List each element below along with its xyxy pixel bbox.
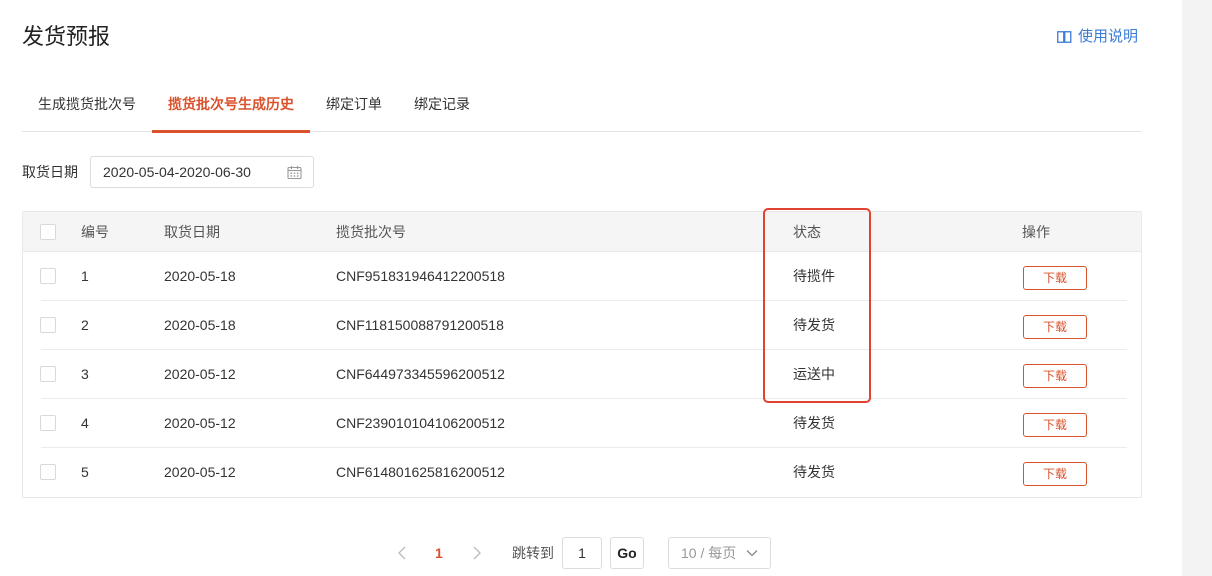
chevron-left-icon	[398, 546, 406, 560]
go-button[interactable]: Go	[610, 537, 644, 569]
table-row: 3 2020-05-12 CNF644973345596200512 运送中 下…	[23, 350, 1141, 399]
row-checkbox[interactable]	[40, 464, 56, 480]
help-link-label: 使用说明	[1078, 28, 1139, 45]
date-filter: 取货日期 2020-05-04-2020-06-30	[22, 156, 314, 188]
row-checkbox[interactable]	[40, 268, 56, 284]
download-button[interactable]: 下载	[1023, 266, 1087, 290]
table-row: 5 2020-05-12 CNF614801625816200512 待发货 下…	[23, 448, 1141, 497]
row-status: 待揽件	[793, 268, 835, 284]
tab-bar: 生成揽货批次号 揽货批次号生成历史 绑定订单 绑定记录	[22, 80, 1142, 133]
date-range-value: 2020-05-04-2020-06-30	[103, 164, 251, 180]
row-checkbox[interactable]	[40, 366, 56, 382]
chevron-right-icon	[473, 546, 481, 560]
tab-batch-history[interactable]: 揽货批次号生成历史	[152, 80, 310, 133]
calendar-icon	[287, 165, 302, 179]
right-scroll-strip	[1182, 0, 1212, 576]
select-all-checkbox[interactable]	[40, 224, 56, 240]
date-range-picker[interactable]: 2020-05-04-2020-06-30	[90, 156, 314, 188]
row-pickup-date: 2020-05-12	[164, 464, 236, 480]
row-batch-number: CNF644973345596200512	[336, 366, 505, 382]
jump-page-input[interactable]	[562, 537, 602, 569]
header-operation: 操作	[1022, 224, 1050, 240]
date-filter-label: 取货日期	[22, 164, 78, 180]
page-size-select[interactable]: 10 / 每页	[668, 537, 771, 569]
tab-bind-records[interactable]: 绑定记录	[398, 80, 486, 132]
page-number-current[interactable]: 1	[435, 543, 443, 563]
row-status: 待发货	[793, 317, 835, 333]
row-status: 运送中	[793, 366, 835, 382]
download-button[interactable]: 下载	[1023, 364, 1087, 388]
row-batch-number: CNF614801625816200512	[336, 464, 505, 480]
tab-generate-batch[interactable]: 生成揽货批次号	[22, 80, 152, 132]
row-checkbox[interactable]	[40, 415, 56, 431]
row-batch-number: CNF239010104106200512	[336, 415, 505, 431]
pagination: 1 跳转到 Go 10 / 每页	[0, 537, 1182, 569]
row-pickup-date: 2020-05-12	[164, 366, 236, 382]
header-pickup-date: 取货日期	[164, 224, 220, 240]
row-id: 5	[81, 464, 89, 480]
chevron-down-icon	[746, 550, 758, 557]
download-button[interactable]: 下载	[1023, 462, 1087, 486]
prev-page-button[interactable]	[396, 545, 410, 564]
table-header: 编号 取货日期 揽货批次号 状态 操作	[23, 212, 1141, 252]
table-row: 1 2020-05-18 CNF951831946412200518 待揽件 下…	[23, 252, 1141, 301]
next-page-button[interactable]	[470, 545, 484, 564]
help-link[interactable]: 使用说明	[1057, 27, 1138, 47]
row-pickup-date: 2020-05-12	[164, 415, 236, 431]
header-id: 编号	[81, 224, 109, 240]
table-row: 2 2020-05-18 CNF118150088791200518 待发货 下…	[23, 301, 1141, 350]
row-batch-number: CNF951831946412200518	[336, 268, 505, 284]
row-status: 待发货	[793, 415, 835, 431]
row-id: 2	[81, 317, 89, 333]
row-batch-number: CNF118150088791200518	[336, 317, 504, 333]
tab-bind-orders[interactable]: 绑定订单	[310, 80, 398, 132]
row-status: 待发货	[793, 464, 835, 480]
jump-to-label: 跳转到	[512, 545, 554, 561]
row-pickup-date: 2020-05-18	[164, 268, 236, 284]
batch-history-table: 编号 取货日期 揽货批次号 状态 操作 1 2020-05-18 CNF9518…	[22, 211, 1142, 498]
book-icon	[1057, 31, 1072, 43]
page-title: 发货预报	[22, 24, 111, 49]
header-batch-number: 揽货批次号	[336, 224, 406, 240]
page-size-value: 10 / 每页	[681, 545, 737, 561]
row-id: 3	[81, 366, 89, 382]
row-id: 1	[81, 268, 89, 284]
download-button[interactable]: 下载	[1023, 315, 1087, 339]
row-id: 4	[81, 415, 89, 431]
table-row: 4 2020-05-12 CNF239010104106200512 待发货 下…	[23, 399, 1141, 448]
row-pickup-date: 2020-05-18	[164, 317, 236, 333]
header-status: 状态	[793, 224, 821, 240]
row-checkbox[interactable]	[40, 317, 56, 333]
download-button[interactable]: 下载	[1023, 413, 1087, 437]
